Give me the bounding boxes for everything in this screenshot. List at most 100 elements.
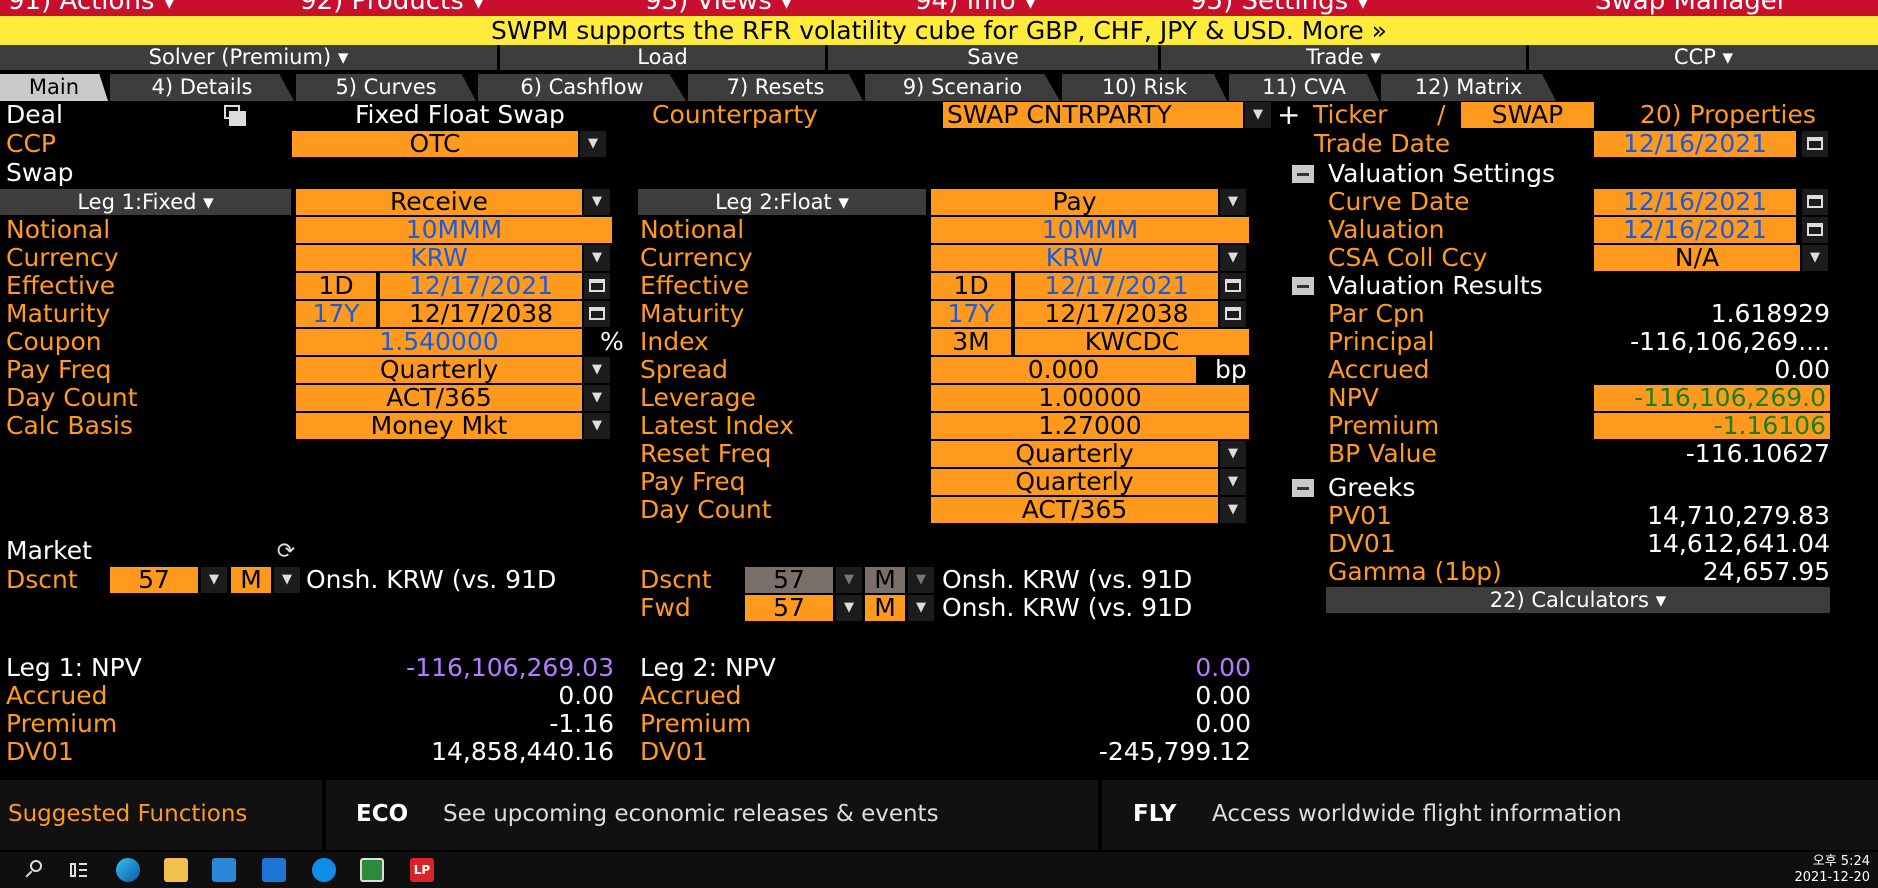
- leg2-fwd-number-field[interactable]: 57: [745, 595, 833, 621]
- leg2-direction-dropdown-icon[interactable]: ▼: [1220, 189, 1246, 215]
- ccp-button[interactable]: CCP ▾: [1529, 45, 1878, 70]
- leg1-day-count-dropdown-icon[interactable]: ▼: [584, 385, 610, 411]
- leg1-effective-tenor-field[interactable]: 1D: [296, 273, 376, 299]
- leg1-effective-calendar-icon[interactable]: [584, 273, 610, 299]
- search-icon[interactable]: [22, 858, 46, 882]
- fly-code[interactable]: FLY: [1133, 800, 1176, 828]
- leg1-dscnt-number-dropdown-icon[interactable]: ▼: [201, 567, 227, 593]
- solver-button[interactable]: Solver (Premium) ▾: [0, 45, 497, 70]
- properties-button[interactable]: 20) Properties: [1640, 101, 1816, 129]
- menu-actions[interactable]: 91) Actions ▾: [8, 0, 176, 16]
- leg1-dscnt-m-field[interactable]: M: [231, 567, 271, 593]
- edge-browser-icon[interactable]: [116, 858, 140, 882]
- ccp-field[interactable]: OTC: [292, 131, 578, 157]
- leg2-reset-freq-field[interactable]: Quarterly: [931, 441, 1218, 467]
- tab-main[interactable]: Main: [0, 74, 108, 101]
- tab-cashflow[interactable]: 6) Cashflow: [478, 74, 686, 101]
- leg2-pay-freq-field[interactable]: Quarterly: [931, 469, 1218, 495]
- leg2-currency-field[interactable]: KRW: [931, 245, 1218, 271]
- leg2-fwd-number-dropdown-icon[interactable]: ▼: [836, 595, 862, 621]
- npv-field[interactable]: -116,106,269.0: [1594, 385, 1830, 411]
- clock-time[interactable]: 오후 5:24: [1780, 854, 1870, 870]
- load-button[interactable]: Load: [500, 45, 825, 70]
- add-icon[interactable]: +: [1277, 101, 1300, 129]
- eco-description[interactable]: See upcoming economic releases & events: [443, 800, 939, 828]
- trade-date-field[interactable]: 12/16/2021: [1594, 131, 1796, 157]
- leg1-maturity-tenor-field[interactable]: 17Y: [296, 301, 376, 327]
- leg1-day-count-field[interactable]: ACT/365: [296, 385, 582, 411]
- mail-icon[interactable]: [262, 858, 286, 882]
- leg1-maturity-calendar-icon[interactable]: [584, 301, 610, 327]
- counterparty-dropdown-icon[interactable]: ▼: [1245, 102, 1271, 128]
- trade-button[interactable]: Trade ▾: [1161, 45, 1526, 70]
- menu-settings[interactable]: 95) Settings ▾: [1190, 0, 1369, 16]
- leg2-effective-calendar-icon[interactable]: [1220, 273, 1246, 299]
- store-icon[interactable]: [212, 858, 236, 882]
- curve-date-calendar-icon[interactable]: [1802, 189, 1828, 215]
- menu-views[interactable]: 93) Views ▾: [645, 0, 793, 16]
- leg1-direction-field[interactable]: Receive: [296, 189, 582, 215]
- copy-icon[interactable]: [222, 105, 248, 127]
- menu-info[interactable]: 94) Info ▾: [915, 0, 1037, 16]
- tab-cva[interactable]: 11) CVA: [1229, 74, 1379, 101]
- eco-code[interactable]: ECO: [356, 800, 408, 828]
- leg1-dscnt-m-dropdown-icon[interactable]: ▼: [274, 567, 300, 593]
- leg2-day-count-dropdown-icon[interactable]: ▼: [1220, 497, 1246, 523]
- refresh-icon[interactable]: ⟳: [272, 540, 300, 564]
- curve-date-field[interactable]: 12/16/2021: [1594, 189, 1796, 215]
- valuation-date-field[interactable]: 12/16/2021: [1594, 217, 1796, 243]
- leg1-calc-basis-dropdown-icon[interactable]: ▼: [584, 413, 610, 439]
- calendar-icon[interactable]: [1802, 131, 1828, 157]
- tab-curves[interactable]: 5) Curves: [296, 74, 476, 101]
- file-explorer-icon[interactable]: [164, 858, 188, 882]
- leg1-direction-dropdown-icon[interactable]: ▼: [584, 189, 610, 215]
- clock-date[interactable]: 2021-12-20: [1780, 870, 1870, 886]
- leg2-pay-freq-dropdown-icon[interactable]: ▼: [1220, 469, 1246, 495]
- greeks-collapse-icon[interactable]: [1292, 479, 1314, 497]
- leg2-effective-tenor-field[interactable]: 1D: [931, 273, 1011, 299]
- calculators-button[interactable]: 22) Calculators ▾: [1326, 587, 1830, 613]
- tab-matrix[interactable]: 12) Matrix: [1381, 74, 1556, 101]
- leg1-coupon-field[interactable]: 1.540000: [296, 329, 582, 355]
- leg2-spread-field[interactable]: 0.000: [931, 357, 1196, 383]
- counterparty-field[interactable]: SWAP CNTRPARTY: [943, 102, 1243, 128]
- leg2-latest-index-field[interactable]: 1.27000: [931, 413, 1249, 439]
- csa-coll-ccy-field[interactable]: N/A: [1594, 245, 1800, 271]
- bloomberg-terminal-icon[interactable]: [360, 858, 384, 882]
- leg2-fwd-m-field[interactable]: M: [865, 595, 905, 621]
- tab-details[interactable]: 4) Details: [110, 74, 294, 101]
- leg2-maturity-date-field[interactable]: 12/17/2038: [1015, 301, 1218, 327]
- leg1-dscnt-number-field[interactable]: 57: [110, 567, 198, 593]
- task-view-icon[interactable]: [66, 858, 90, 882]
- leg2-index-field[interactable]: KWCDC: [1015, 329, 1249, 355]
- valuation-results-collapse-icon[interactable]: [1292, 277, 1314, 295]
- tab-scenario[interactable]: 9) Scenario: [865, 74, 1060, 101]
- valuation-settings-collapse-icon[interactable]: [1292, 165, 1314, 183]
- leg2-notional-field[interactable]: 10MMM: [931, 217, 1249, 243]
- leg2-currency-dropdown-icon[interactable]: ▼: [1220, 245, 1246, 271]
- leg1-pay-freq-field[interactable]: Quarterly: [296, 357, 582, 383]
- fly-description[interactable]: Access worldwide flight information: [1212, 800, 1622, 828]
- leg2-direction-field[interactable]: Pay: [931, 189, 1218, 215]
- tab-risk[interactable]: 10) Risk: [1062, 74, 1227, 101]
- leg1-notional-field[interactable]: 10MMM: [296, 217, 612, 243]
- save-button[interactable]: Save: [828, 45, 1158, 70]
- leg2-maturity-tenor-field[interactable]: 17Y: [931, 301, 1011, 327]
- message-bar[interactable]: SWPM supports the RFR volatility cube fo…: [0, 16, 1878, 45]
- leg1-currency-field[interactable]: KRW: [296, 245, 582, 271]
- premium-field[interactable]: -1.16106: [1594, 413, 1830, 439]
- ccp-dropdown-icon[interactable]: ▼: [580, 131, 606, 157]
- csa-coll-ccy-dropdown-icon[interactable]: ▼: [1802, 245, 1828, 271]
- leg1-header[interactable]: Leg 1:Fixed ▾: [0, 189, 291, 215]
- leg1-effective-date-field[interactable]: 12/17/2021: [380, 273, 582, 299]
- valuation-date-calendar-icon[interactable]: [1802, 217, 1828, 243]
- tab-resets[interactable]: 7) Resets: [688, 74, 863, 101]
- leg1-currency-dropdown-icon[interactable]: ▼: [584, 245, 610, 271]
- ticker-field[interactable]: SWAP: [1461, 102, 1594, 128]
- leg2-day-count-field[interactable]: ACT/365: [931, 497, 1218, 523]
- leg2-index-tenor-field[interactable]: 3M: [931, 329, 1011, 355]
- leg2-leverage-field[interactable]: 1.00000: [931, 385, 1249, 411]
- lp-app-icon[interactable]: LP: [410, 858, 434, 882]
- leg1-pay-freq-dropdown-icon[interactable]: ▼: [584, 357, 610, 383]
- teamviewer-icon[interactable]: [312, 858, 336, 882]
